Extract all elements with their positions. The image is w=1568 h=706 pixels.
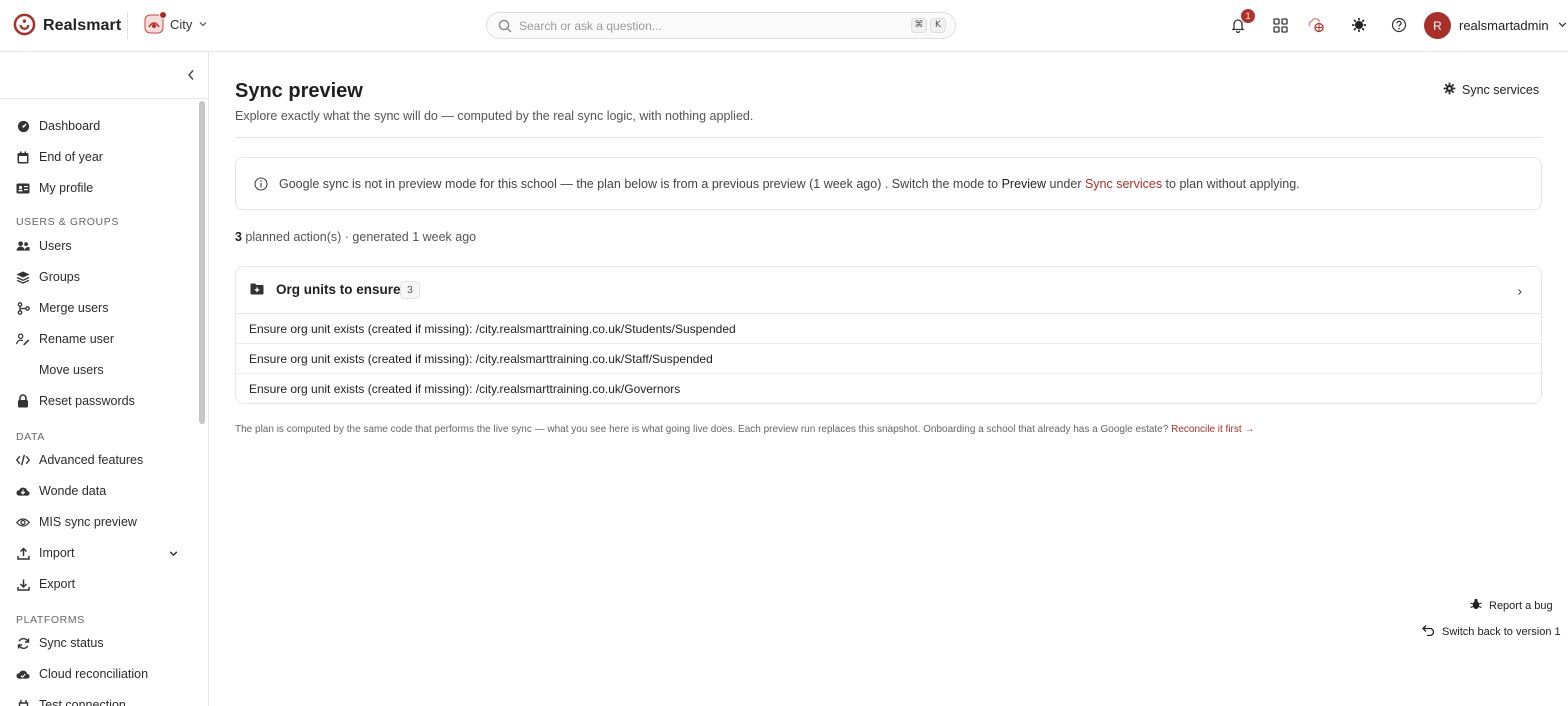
- dashboard-icon: [16, 119, 30, 133]
- undo-icon: [1422, 624, 1435, 639]
- sidebar-item-cloud-reconciliation[interactable]: Cloud reconciliation: [0, 661, 196, 687]
- sidebar-item-dashboard[interactable]: Dashboard: [0, 113, 196, 139]
- list-item: Ensure org unit exists (created if missi…: [249, 382, 681, 396]
- user-edit-icon: [16, 332, 30, 346]
- sidebar-item-reset-passwords[interactable]: Reset passwords: [0, 388, 196, 414]
- eye-icon: [16, 515, 30, 529]
- lock-icon: [16, 394, 30, 408]
- sidebar-item-rename-user[interactable]: Rename user: [0, 326, 196, 352]
- refresh-icon: [16, 636, 30, 650]
- planned-action-count: 3: [235, 230, 242, 244]
- sidebar-item-merge-users[interactable]: Merge users: [0, 295, 196, 321]
- sidebar-item-import[interactable]: Import: [0, 540, 196, 566]
- search-icon: [498, 19, 512, 36]
- calendar-icon: [16, 150, 30, 164]
- sync-services-link[interactable]: Sync services: [1085, 177, 1162, 191]
- user-menu[interactable]: R realsmartadmin: [1424, 12, 1568, 39]
- list-item: Ensure org unit exists (created if missi…: [236, 344, 1541, 374]
- chevron-down-icon: [198, 17, 208, 32]
- shortcut-k-key: K: [930, 18, 946, 33]
- info-notice: Google sync is not in preview mode for t…: [235, 157, 1542, 210]
- divider: [127, 12, 128, 39]
- search-input[interactable]: [519, 13, 899, 38]
- apps-grid-icon[interactable]: [1270, 15, 1290, 35]
- sidebar-item-move-users[interactable]: Move users: [0, 357, 196, 383]
- users-icon: [16, 239, 30, 253]
- shortcut-mod-key: ⌘: [911, 18, 927, 33]
- notification-badge: 1: [1241, 9, 1255, 23]
- reconcile-link[interactable]: Reconcile it first →: [1171, 424, 1254, 435]
- school-logo-icon: [144, 11, 167, 34]
- bug-settings-icon[interactable]: [1349, 15, 1369, 35]
- sidebar-item-export[interactable]: Export: [0, 571, 196, 597]
- realsmart-logo-icon: [13, 13, 36, 39]
- sidebar-item-sync-status[interactable]: Sync status: [0, 630, 196, 656]
- folder-plus-icon: [250, 283, 264, 298]
- sidebar-scrollbar[interactable]: [199, 101, 205, 424]
- plan-summary: 3 planned action(s) · generated 1 week a…: [235, 230, 477, 244]
- sidebar-item-test-connection[interactable]: Test connection: [0, 692, 196, 706]
- search-bar[interactable]: ⌘ K: [486, 12, 956, 39]
- bug-icon: [1470, 598, 1482, 613]
- cloud-download-icon: [16, 484, 30, 498]
- report-bug-label: Report a bug: [1489, 599, 1553, 612]
- sidebar: Dashboard End of year My profile USERS &…: [0, 52, 209, 706]
- avatar: R: [1424, 12, 1451, 39]
- upload-icon: [16, 546, 30, 560]
- org-units-card: Org units to ensure 3 Ensure org unit ex…: [235, 266, 1542, 404]
- sync-services-label: Sync services: [1462, 83, 1540, 97]
- brand[interactable]: Realsmart: [13, 13, 121, 39]
- sidebar-section-data: DATA: [16, 431, 45, 443]
- report-bug-button[interactable]: Report a bug: [1466, 595, 1557, 616]
- card-title: Org units to ensure: [276, 282, 401, 297]
- help-icon[interactable]: [1389, 15, 1409, 35]
- download-icon: [16, 577, 30, 591]
- sidebar-section-users-groups: USERS & GROUPS: [16, 216, 119, 228]
- org-units-card-header[interactable]: Org units to ensure 3: [236, 267, 1541, 314]
- chevron-down-icon: [168, 547, 179, 562]
- chevron-right-icon: [1516, 285, 1524, 300]
- page-subtitle: Explore exactly what the sync will do — …: [235, 109, 754, 123]
- switch-version-label: Switch back to version 1: [1442, 625, 1561, 638]
- sidebar-item-my-profile[interactable]: My profile: [0, 175, 196, 201]
- footnote: The plan is computed by the same code th…: [235, 424, 1255, 435]
- cloud-sync-icon[interactable]: [1306, 15, 1326, 35]
- notice-text: Google sync is not in preview mode for t…: [279, 177, 1300, 191]
- school-switcher[interactable]: City: [144, 11, 208, 34]
- merge-icon: [16, 301, 30, 315]
- info-icon: [254, 177, 268, 194]
- sidebar-section-platforms: PLATFORMS: [16, 614, 85, 626]
- sidebar-item-mis-sync-preview[interactable]: MIS sync preview: [0, 509, 196, 535]
- id-card-icon: [16, 181, 30, 195]
- collapse-sidebar-icon[interactable]: [185, 68, 197, 85]
- count-badge: 3: [400, 281, 420, 299]
- divider: [235, 137, 1542, 138]
- gear-icon: [1443, 82, 1456, 98]
- sidebar-item-end-of-year[interactable]: End of year: [0, 144, 196, 170]
- code-icon: [16, 453, 30, 467]
- chevron-down-icon: [1557, 18, 1568, 33]
- sidebar-item-advanced-features[interactable]: Advanced features: [0, 447, 196, 473]
- sync-services-button[interactable]: Sync services: [1443, 82, 1539, 98]
- cloud-icon: [16, 667, 30, 681]
- plug-icon: [16, 698, 30, 706]
- username: realsmartadmin: [1459, 18, 1549, 33]
- sidebar-item-groups[interactable]: Groups: [0, 264, 196, 290]
- brand-name: Realsmart: [43, 17, 122, 34]
- school-name: City: [170, 16, 193, 32]
- sidebar-item-users[interactable]: Users: [0, 233, 196, 259]
- page-title: Sync preview: [235, 80, 363, 102]
- switch-version-button[interactable]: Switch back to version 1: [1418, 621, 1565, 642]
- layers-icon: [16, 270, 30, 284]
- sidebar-item-wonde-data[interactable]: Wonde data: [0, 478, 196, 504]
- sidebar-header: [0, 52, 208, 99]
- top-bar: Realsmart City ⌘ K 1 R realsmartadmi: [0, 0, 1568, 52]
- preview-mode-emphasis: Preview: [1001, 177, 1047, 191]
- list-item: Ensure org unit exists (created if missi…: [236, 314, 1541, 344]
